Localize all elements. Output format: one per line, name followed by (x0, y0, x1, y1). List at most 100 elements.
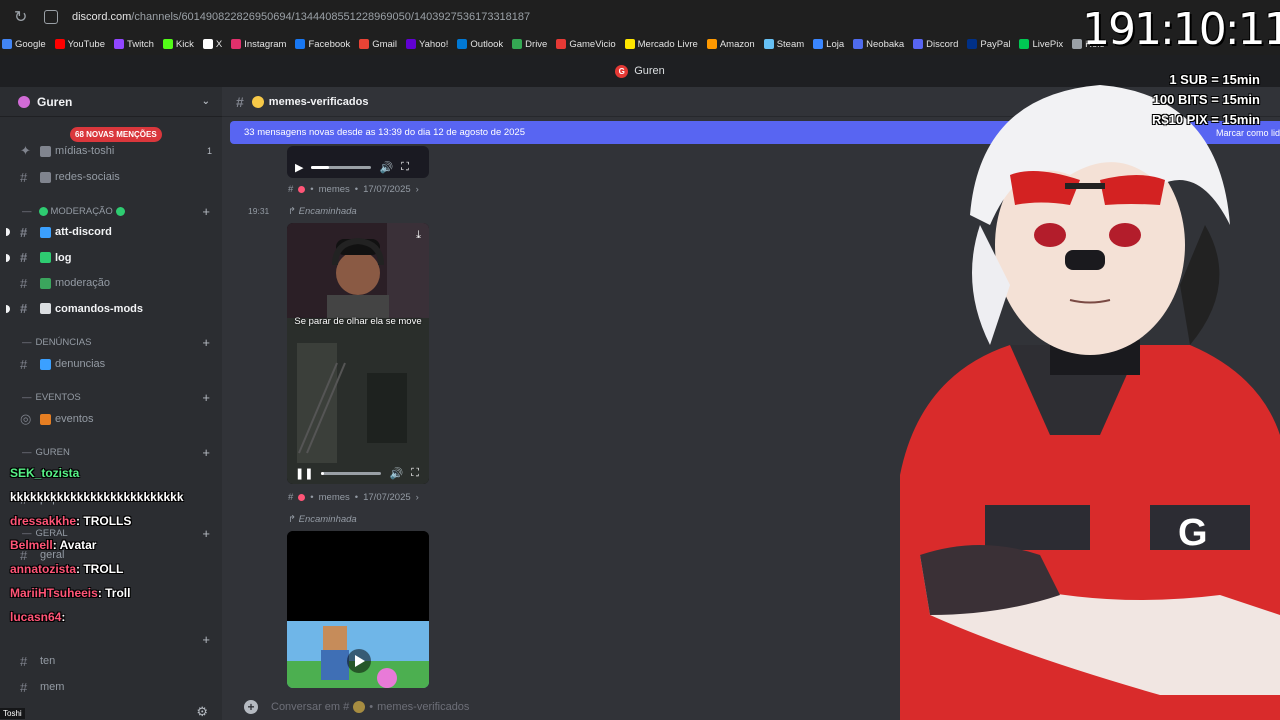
chat-username: annatozista (10, 562, 77, 576)
bookmark-icon (1019, 39, 1030, 49)
bookmark-item[interactable]: Discord (913, 39, 958, 50)
bookmark-icon (706, 39, 717, 49)
message-source-2[interactable]: # • memes • 17/07/2025 › (288, 492, 419, 503)
bookmark-label: Yahoo! (419, 38, 449, 50)
channel-moderacao-item[interactable]: # comandos-mods (0, 299, 222, 319)
video-attachment-main[interactable]: Se parar de olhar ela se move ⤓ ❚❚ 🔊 ⛶ (287, 223, 429, 484)
pause-icon[interactable]: ❚❚ (295, 467, 313, 480)
new-mentions-pill[interactable]: 68 NOVAS MENÇÕES (70, 127, 162, 142)
chat-text: : TROLLS (76, 514, 132, 528)
server-icon (298, 186, 306, 193)
bookmark-icon (113, 39, 124, 49)
channel-mem[interactable]: # mem (0, 677, 222, 697)
chat-message: annatozista: TROLL (10, 562, 200, 576)
category-denuncias[interactable]: — DENÚNCIAS + (0, 333, 222, 351)
emoji-icon (40, 303, 51, 314)
volume-icon[interactable]: 🔊 (389, 467, 403, 480)
hash-icon: # (288, 492, 294, 503)
bookmark-label: Twitch (126, 38, 154, 50)
chevron-down-icon: ⌄ (201, 96, 210, 107)
chat-text: : Troll (97, 586, 131, 600)
category-guren[interactable]: — GUREN + (0, 443, 222, 461)
bookmark-item[interactable]: LivePix (1019, 39, 1063, 50)
bookmark-icon (556, 39, 567, 49)
download-icon[interactable]: ⤓ (416, 229, 421, 242)
channel-label: ten (40, 655, 56, 667)
video-attachment-bottom[interactable] (287, 531, 429, 688)
address-bar[interactable]: discord.com/channels/601490822826950694/… (72, 11, 530, 23)
streamer-tag: Toshi (0, 708, 25, 719)
composer-channel: memes-verificados (377, 701, 470, 713)
channel-midias-toshi[interactable]: ✦ mídias-toshi 1 (0, 141, 222, 161)
forwarded-label-2: ↱ Encaminhada (288, 514, 357, 525)
bookmark-item[interactable]: Facebook (295, 39, 350, 50)
channel-label: mídias-toshi (55, 145, 115, 157)
video-attachment-top[interactable]: ▶ 🔊 ⛶ (287, 146, 429, 178)
category-eventos[interactable]: — EVENTOS + (0, 388, 222, 406)
fullscreen-icon[interactable]: ⛶ (411, 467, 419, 480)
source-channel: memes (318, 492, 350, 503)
bookmark-item[interactable]: Gmail (359, 39, 397, 50)
channel-ten[interactable]: # ten (0, 651, 222, 671)
add-channel-icon[interactable]: + (202, 390, 210, 405)
stage-icon: ◎ (20, 411, 32, 426)
hash-icon: # (20, 169, 28, 185)
channel-moderacao-item[interactable]: # att-discord (0, 222, 222, 242)
bookmark-item[interactable]: Outlook (457, 39, 503, 50)
settings-gear-icon[interactable]: ⚙ (196, 704, 208, 720)
bookmark-icon (624, 39, 635, 49)
bookmark-icon (2, 39, 12, 49)
server-header[interactable]: Guren ⌄ (0, 87, 222, 117)
green-dot-icon (115, 206, 125, 216)
seek-bar[interactable] (311, 165, 372, 169)
bookmark-item[interactable]: YouTube (54, 39, 105, 50)
bookmark-item[interactable]: Yahoo! (406, 39, 448, 50)
add-channel-icon[interactable]: + (202, 445, 210, 460)
site-info-icon[interactable] (44, 9, 58, 24)
bookmark-item[interactable]: Google (2, 39, 46, 50)
channel-moderacao-item[interactable]: # moderação (0, 273, 222, 293)
chat-username: dressakkhe (10, 514, 77, 528)
add-attachment-button[interactable]: + (244, 700, 258, 714)
seek-bar[interactable] (321, 471, 382, 475)
bookmark-item[interactable]: Loja (813, 39, 844, 50)
chat-message: dressakkhe: TROLLS (10, 514, 200, 528)
bookmark-item[interactable]: PayPal (967, 39, 1010, 50)
bookmark-icon (512, 39, 523, 49)
channel-label: mem (40, 681, 65, 693)
bookmark-icon (763, 39, 774, 49)
add-channel-icon[interactable]: + (202, 526, 210, 541)
guren-logo-icon: G (615, 64, 629, 78)
category-moderacao[interactable]: — MODERAÇÃO + (0, 202, 222, 220)
bookmark-item[interactable]: Drive (512, 39, 547, 50)
bookmark-item[interactable]: X (202, 39, 222, 50)
bookmark-icon (813, 39, 824, 49)
bookmark-item[interactable]: Kick (162, 39, 194, 50)
bookmark-item[interactable]: Mercado Livre (624, 39, 698, 50)
unread-count: 1 (206, 146, 212, 156)
bookmark-item[interactable]: Neobaka (853, 39, 904, 50)
message-source-1[interactable]: # • memes • 17/07/2025 › (288, 184, 419, 195)
add-channel-icon[interactable]: + (202, 335, 210, 350)
bookmark-item[interactable]: Steam (763, 39, 804, 50)
channel-denuncias[interactable]: # denuncias (0, 354, 222, 374)
unread-indicator (6, 228, 10, 236)
bookmark-icon (231, 39, 242, 49)
add-channel-icon[interactable]: + (202, 204, 210, 219)
fullscreen-icon[interactable]: ⛶ (401, 161, 409, 174)
bookmark-label: Facebook (308, 38, 351, 50)
channel-redes-sociais[interactable]: # redes-sociais (0, 167, 222, 187)
volume-icon[interactable]: 🔊 (379, 161, 393, 174)
play-icon[interactable]: ▶ (295, 161, 303, 174)
bookmark-item[interactable]: Amazon (706, 39, 755, 50)
bookmark-item[interactable]: GameVicio (556, 39, 616, 50)
rule-line: R$10 PIX = 15min (1151, 112, 1260, 127)
bookmark-item[interactable]: Instagram (231, 39, 286, 50)
add-channel-icon[interactable]: + (202, 632, 210, 647)
emoji-icon (40, 413, 51, 425)
channel-eventos[interactable]: ◎ eventos (0, 409, 222, 429)
bookmark-item[interactable]: Twitch (113, 38, 154, 50)
emoji-face-icon (251, 95, 264, 108)
channel-moderacao-item[interactable]: # log (0, 248, 222, 268)
reload-icon[interactable]: ↻ (14, 7, 34, 27)
